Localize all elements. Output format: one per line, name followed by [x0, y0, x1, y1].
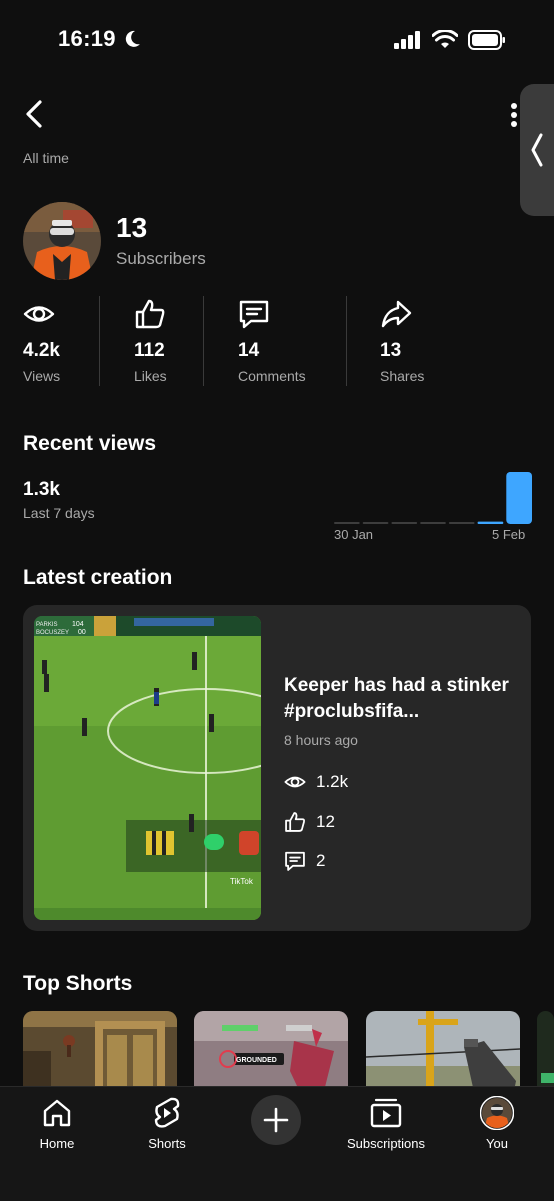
- wifi-icon: [432, 30, 458, 48]
- nav-shorts[interactable]: Shorts: [144, 1095, 190, 1151]
- video-comments-value: 2: [316, 851, 326, 870]
- nav-label: Subscriptions: [346, 1136, 426, 1151]
- status-bar-time: 16:19: [58, 26, 142, 52]
- stat-value: 4.2k: [23, 340, 60, 361]
- chart-bar: [334, 522, 360, 524]
- subscriptions-icon: [370, 1098, 402, 1128]
- chart-tick-label-end: 5 Feb: [492, 527, 526, 542]
- stat-label: Comments: [238, 368, 306, 384]
- home-icon: [43, 1099, 71, 1127]
- stat-shares: 13 Shares: [380, 298, 450, 390]
- recent-views-heading: Recent views: [23, 432, 157, 455]
- video-title: Keeper has had a stinker #proclubsfifa..…: [284, 675, 509, 722]
- plus-icon: [263, 1107, 289, 1133]
- stat-comments: 14 Comments: [238, 298, 328, 390]
- recent-views-value: 1.3k: [23, 479, 60, 500]
- chart-bar: [391, 522, 418, 524]
- recent-views-period: Last 7 days: [23, 505, 95, 521]
- moon-icon: [125, 30, 140, 47]
- comment-icon: [285, 851, 305, 871]
- comment-icon: [239, 300, 269, 329]
- stat-value: 13: [380, 340, 402, 361]
- latest-video-thumbnail[interactable]: PARKIS BOCUSZEY 104 00 TikTok: [34, 616, 261, 920]
- stat-label: Views: [23, 368, 61, 384]
- recent-views-chart: [334, 472, 532, 524]
- stat-value: 112: [134, 340, 165, 361]
- nav-home[interactable]: Home: [37, 1095, 77, 1151]
- svg-text:PARKIS: PARKIS: [36, 622, 58, 628]
- chart-bar: [506, 472, 532, 524]
- chevron-left-icon: [26, 100, 42, 128]
- chart-bar: [362, 522, 389, 524]
- thumbs-up-icon: [135, 299, 165, 329]
- thumbs-up-icon: [285, 812, 306, 832]
- thumb-score-sub: 00: [78, 629, 86, 636]
- nav-label: Home: [39, 1136, 75, 1151]
- stat-divider: [346, 296, 347, 386]
- subscriber-label: Subscribers: [116, 249, 206, 268]
- nav-subscriptions[interactable]: Subscriptions: [342, 1095, 430, 1151]
- video-comments: 2: [284, 850, 325, 872]
- video-likes-value: 12: [316, 812, 335, 831]
- thumb-watermark: TikTok: [230, 877, 254, 886]
- chart-tick-label-start: 30 Jan: [334, 527, 374, 542]
- time-text: 16:19: [58, 26, 116, 51]
- latest-creation-heading: Latest creation: [23, 566, 173, 589]
- stat-divider: [203, 296, 204, 386]
- svg-text:BOCUSZEY: BOCUSZEY: [36, 630, 69, 636]
- short-overlay-text: GROUNDED: [236, 1057, 277, 1064]
- video-views-value: 1.2k: [316, 772, 349, 791]
- status-bar-icons: [394, 30, 506, 50]
- chart-bar: [420, 522, 446, 524]
- nav-you[interactable]: You: [477, 1095, 517, 1151]
- video-posted-time: 8 hours ago: [284, 732, 358, 748]
- create-button[interactable]: [251, 1095, 301, 1145]
- signal-icon: [394, 31, 420, 49]
- chart-bar: [448, 522, 475, 524]
- thumb-score-left: 104: [72, 621, 84, 628]
- stat-value: 14: [238, 340, 260, 361]
- chart-bar: [477, 521, 504, 524]
- more-vert-icon: [511, 103, 517, 127]
- video-views: 1.2k: [284, 771, 348, 793]
- stat-label: Shares: [380, 368, 425, 384]
- top-shorts-heading: Top Shorts: [23, 972, 133, 995]
- video-likes: 12: [284, 811, 335, 833]
- nav-label: You: [486, 1136, 508, 1151]
- side-panel-tab[interactable]: [520, 84, 554, 216]
- stat-likes: 112 Likes: [134, 298, 194, 390]
- nav-label: Shorts: [148, 1136, 186, 1151]
- avatar: [480, 1096, 514, 1130]
- battery-icon: [468, 30, 505, 50]
- shorts-icon: [154, 1097, 180, 1128]
- eye-icon: [284, 776, 306, 788]
- chevron-left-icon: [531, 133, 543, 167]
- back-button[interactable]: [18, 96, 50, 132]
- stat-divider: [99, 296, 100, 386]
- period-label: All time: [23, 150, 69, 166]
- stat-views: 4.2k Views: [23, 298, 93, 390]
- stat-label: Likes: [134, 368, 167, 384]
- channel-avatar[interactable]: [23, 202, 101, 280]
- eye-icon: [23, 306, 55, 322]
- share-icon: [381, 300, 412, 328]
- subscriber-count: 13: [116, 212, 148, 243]
